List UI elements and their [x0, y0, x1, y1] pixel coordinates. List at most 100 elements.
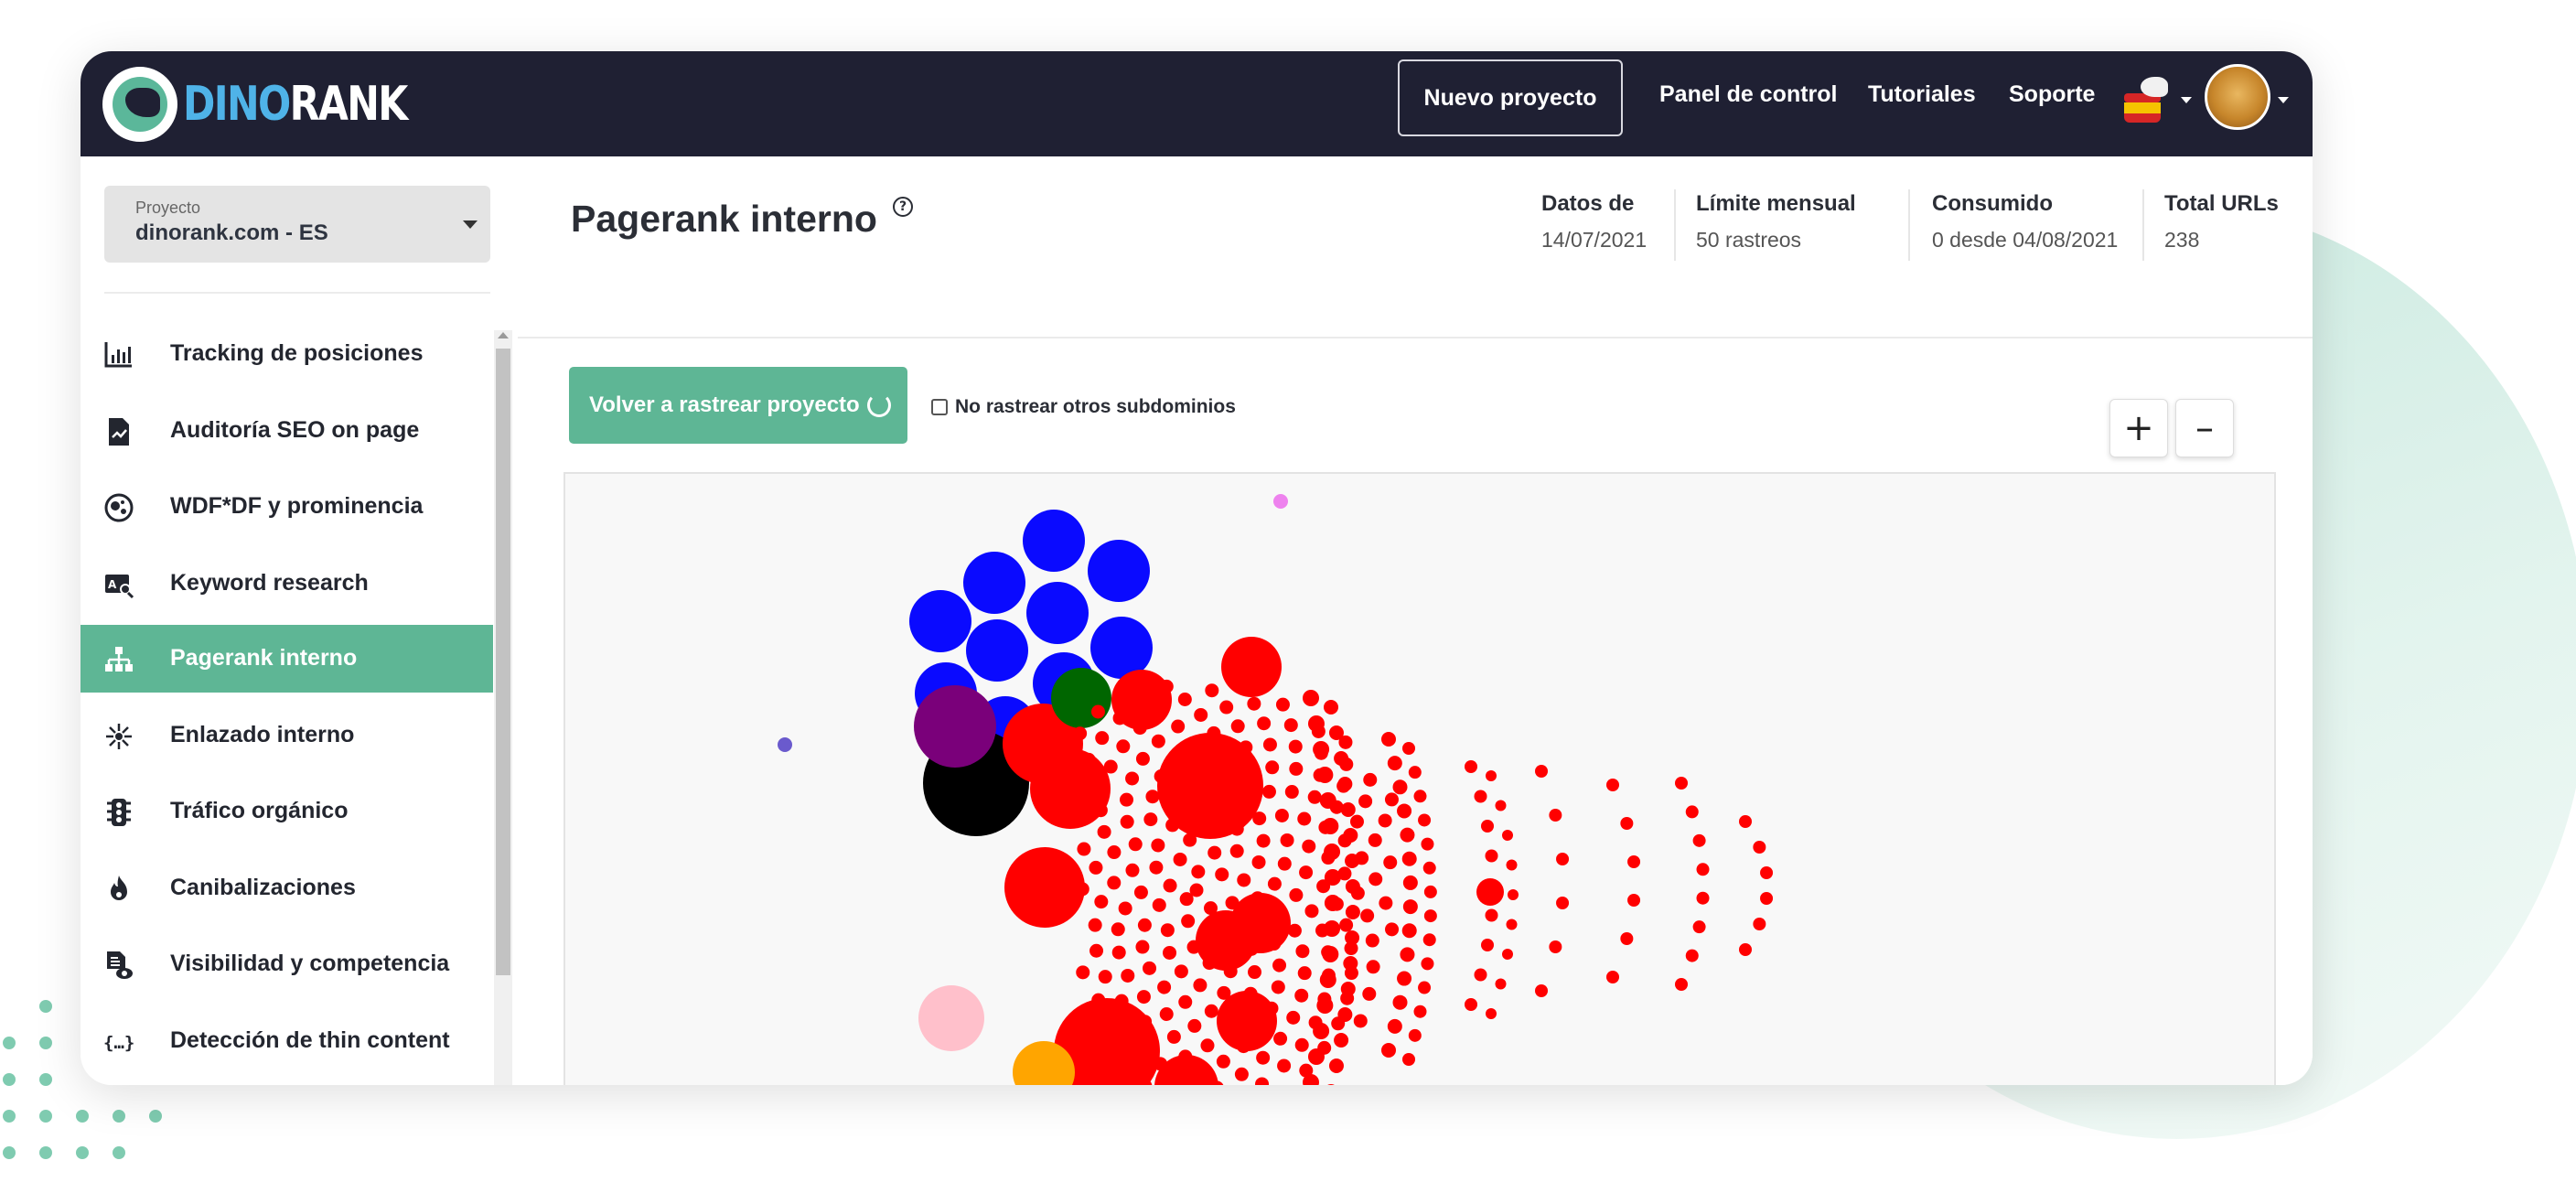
graph-node[interactable] [1297, 966, 1312, 981]
graph-node[interactable] [1760, 866, 1774, 879]
graph-node[interactable] [1284, 785, 1299, 800]
graph-node[interactable] [1157, 980, 1172, 994]
graph-node[interactable] [1383, 855, 1398, 870]
graph-node[interactable] [1368, 872, 1383, 886]
graph-node[interactable] [1627, 855, 1641, 868]
graph-node[interactable] [1237, 873, 1251, 887]
graph-node[interactable] [1486, 770, 1497, 781]
graph-node[interactable] [1387, 756, 1402, 771]
graph-node[interactable] [1307, 790, 1322, 804]
graph-node[interactable] [1208, 845, 1222, 860]
graph-node[interactable] [1316, 767, 1334, 783]
graph-node[interactable] [1324, 895, 1341, 911]
graph-node[interactable] [1384, 792, 1399, 807]
graph-node[interactable] [1221, 637, 1282, 697]
graph-node[interactable] [1126, 1059, 1141, 1074]
graph-node[interactable] [1154, 704, 1168, 719]
graph-node[interactable] [1244, 941, 1259, 956]
graph-node[interactable] [1685, 805, 1699, 819]
graph-node[interactable] [1089, 860, 1103, 875]
graph-node[interactable] [1073, 726, 1088, 741]
graph-node[interactable] [1283, 718, 1298, 733]
graph-node[interactable] [1233, 1006, 1248, 1021]
graph-node[interactable] [1234, 678, 1249, 693]
graph-node[interactable] [1256, 1050, 1271, 1065]
graph-node[interactable] [1107, 876, 1122, 890]
graph-node[interactable] [1273, 1031, 1288, 1046]
graph-node[interactable] [1379, 896, 1393, 910]
graph-node[interactable] [1178, 994, 1193, 1009]
graph-node[interactable] [1313, 1023, 1330, 1039]
graph-node[interactable] [1261, 784, 1276, 799]
recrawl-button[interactable]: Volver a rastrear proyecto [569, 367, 907, 444]
graph-node[interactable] [1088, 918, 1102, 932]
scrollbar-thumb[interactable] [496, 349, 510, 975]
sidebar-item-thin-content[interactable]: {…} Detección de thin content [80, 1007, 493, 1075]
graph-node[interactable] [1251, 854, 1266, 869]
zoom-in-button[interactable]: + [2109, 399, 2168, 457]
graph-node[interactable] [1304, 904, 1319, 919]
graph-node[interactable] [1255, 1077, 1270, 1085]
graph-node[interactable] [1090, 704, 1105, 719]
graph-node[interactable] [1189, 804, 1204, 819]
graph-node[interactable] [1696, 891, 1710, 905]
graph-node[interactable] [1159, 679, 1174, 693]
graph-node[interactable] [1299, 865, 1314, 880]
sidebar-item-visibility[interactable]: Visibilidad y competencia [80, 930, 493, 998]
graph-node[interactable] [1349, 814, 1364, 829]
graph-node[interactable] [1120, 792, 1134, 807]
graph-node[interactable] [1307, 715, 1325, 732]
graph-node[interactable] [1353, 1014, 1368, 1028]
graph-node[interactable] [1287, 923, 1302, 938]
graph-node[interactable] [1303, 690, 1319, 706]
graph-node[interactable] [1339, 918, 1354, 932]
graph-node[interactable] [1151, 734, 1165, 748]
graph-node[interactable] [1114, 994, 1129, 1008]
help-icon[interactable]: ? [893, 197, 913, 217]
graph-node[interactable] [1197, 758, 1211, 773]
graph-node[interactable] [1289, 761, 1304, 776]
graph-node[interactable] [1345, 930, 1360, 945]
graph-node[interactable] [1322, 946, 1339, 962]
graph-node[interactable] [1328, 725, 1344, 740]
graph-node[interactable] [1365, 933, 1379, 948]
graph-node[interactable] [1240, 790, 1255, 804]
graph-node[interactable] [1265, 760, 1280, 775]
graph-node[interactable] [1267, 936, 1282, 951]
graph-node[interactable] [1243, 986, 1258, 1001]
graph-node[interactable] [1739, 815, 1752, 828]
graph-node[interactable] [1319, 792, 1336, 809]
graph-node[interactable] [1200, 1038, 1215, 1053]
graph-node[interactable] [1075, 882, 1089, 897]
graph-node[interactable] [1381, 732, 1396, 747]
graph-node[interactable] [1465, 760, 1477, 773]
graph-node[interactable] [1760, 892, 1774, 905]
graph-node[interactable] [1174, 964, 1188, 979]
sidebar-item-audit[interactable]: Auditoría SEO on page [80, 397, 493, 465]
graph-node[interactable] [1620, 932, 1634, 945]
graph-node[interactable] [1229, 822, 1244, 836]
graph-node[interactable] [1337, 777, 1353, 791]
graph-node[interactable] [1474, 790, 1487, 803]
graph-node[interactable] [1203, 901, 1218, 916]
graph-node[interactable] [918, 985, 984, 1051]
graph-node[interactable] [1236, 1039, 1250, 1054]
graph-node[interactable] [1076, 965, 1090, 980]
graph-node[interactable] [1495, 978, 1507, 990]
graph-node[interactable] [1297, 811, 1312, 826]
graph-node[interactable] [1257, 716, 1272, 731]
graph-node[interactable] [1090, 617, 1153, 679]
graph-node[interactable] [1506, 859, 1518, 871]
graph-node[interactable] [1485, 849, 1498, 863]
graph-node[interactable] [1166, 1029, 1181, 1044]
graph-node[interactable] [1502, 949, 1513, 960]
graph-node[interactable] [1181, 914, 1196, 929]
graph-node[interactable] [1186, 940, 1201, 954]
graph-node[interactable] [1114, 1017, 1129, 1032]
graph-node[interactable] [1096, 781, 1111, 796]
graph-node[interactable] [1230, 719, 1245, 734]
graph-node[interactable] [1294, 1037, 1309, 1052]
graph-node[interactable] [1216, 1054, 1230, 1069]
graph-node[interactable] [1606, 971, 1619, 983]
graph-node[interactable] [1289, 887, 1304, 902]
